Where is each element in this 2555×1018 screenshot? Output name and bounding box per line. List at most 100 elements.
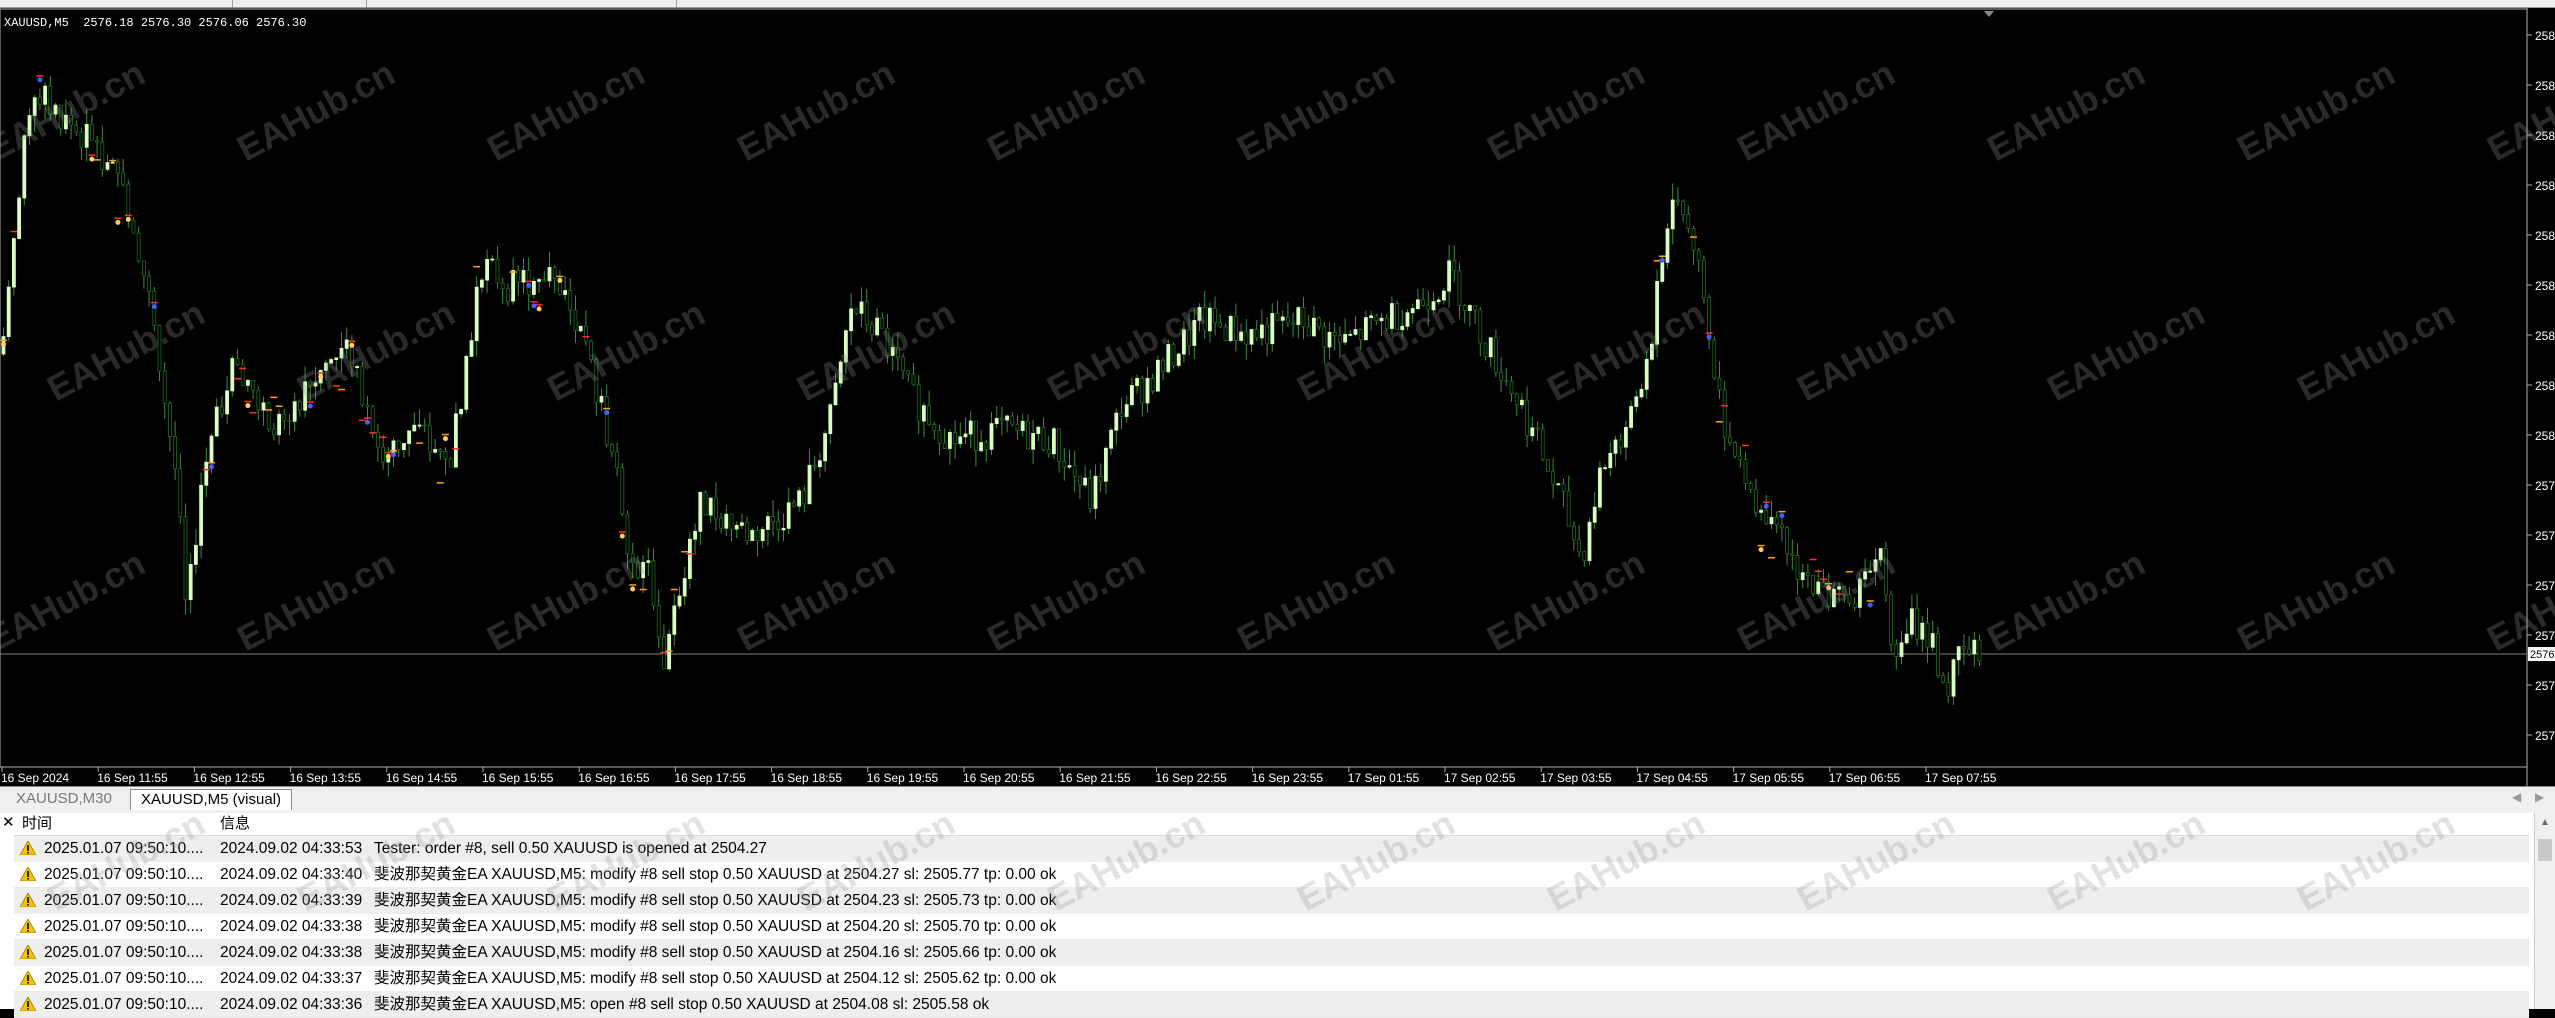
candle-body <box>1208 307 1212 332</box>
vertical-scrollbar[interactable]: ▲ <box>2534 813 2555 1009</box>
candle-body <box>1067 465 1072 468</box>
candle-body <box>953 432 957 444</box>
candle-body <box>1863 571 1867 580</box>
candle-body <box>932 424 937 432</box>
toolbar-separator <box>676 0 677 7</box>
journal-row[interactable]: 2025.01.07 09:50:10.... 2024.09.02 04:33:… <box>14 940 2529 966</box>
candle-body <box>126 183 131 221</box>
candle-body <box>1551 470 1555 485</box>
column-header-time[interactable]: 时间 <box>22 813 52 835</box>
candle-body <box>1613 439 1618 454</box>
candle-body <box>453 413 458 468</box>
candle-body <box>755 530 760 541</box>
candle-body <box>1525 399 1529 437</box>
journal-time: 2025.01.07 09:50:10.... <box>44 918 204 935</box>
candle-body <box>1899 642 1904 657</box>
candle-body <box>1925 622 1930 648</box>
candle-body <box>1655 281 1659 345</box>
candle-body <box>1062 460 1067 468</box>
candle-body <box>599 395 604 403</box>
candle-body <box>1728 436 1732 444</box>
journal-message: 斐波那契黄金EA XAUUSD,M5: modify #8 sell stop … <box>374 866 1057 883</box>
candle-body <box>1639 388 1644 398</box>
candle-body <box>1213 307 1217 324</box>
candle-body <box>1956 646 1961 661</box>
candle-body <box>1234 315 1238 341</box>
candle-body <box>90 123 94 141</box>
candle-body <box>433 449 438 453</box>
candle-body <box>1254 329 1259 339</box>
trade-dot <box>1 341 6 347</box>
candle-body <box>1005 415 1009 421</box>
journal-row[interactable]: 2025.01.07 09:50:10.... 2024.09.02 04:33:… <box>14 914 2529 940</box>
candle-body <box>1010 415 1015 425</box>
candle-body <box>532 280 536 295</box>
journal-row[interactable]: 2025.01.07 09:50:10.... 2024.09.02 04:33:… <box>14 992 2529 1018</box>
price-tick-label: 2584.05 <box>2535 279 2555 293</box>
trade-dot <box>365 419 370 425</box>
candle-body <box>1717 377 1722 391</box>
candle-body <box>1540 428 1545 460</box>
candle-body <box>1868 570 1873 573</box>
price-tick-label: 2575.65 <box>2535 679 2555 693</box>
candle-body <box>1218 322 1223 328</box>
price-chart[interactable]: 2589.30 2588.25 2587.20 2586.15 2585.10 2584.… <box>0 8 2555 793</box>
candle-body <box>95 139 99 143</box>
candle-body <box>1270 313 1275 345</box>
journal-row[interactable]: 2025.01.07 09:50:10.... 2024.09.02 04:33:… <box>14 862 2529 888</box>
candle-body <box>375 431 380 448</box>
column-header-info[interactable]: 信息 <box>220 813 250 835</box>
scroll-up-icon[interactable]: ▲ <box>2540 817 2550 828</box>
trade-dot <box>1763 503 1769 509</box>
candle-body <box>1015 423 1020 431</box>
chart-shift-icon[interactable] <box>1984 11 1994 17</box>
tab-scroll-left-icon[interactable]: ◀ <box>2512 790 2521 804</box>
candle-body <box>1561 483 1566 492</box>
candle-body <box>1514 393 1519 406</box>
candle-body <box>344 339 349 349</box>
candle-body <box>1587 521 1592 562</box>
candle-body <box>1182 329 1186 355</box>
candle-body <box>1967 648 1971 655</box>
candle-body <box>714 497 718 519</box>
journal-message: 斐波那契黄金EA XAUUSD,M5: modify #8 sell stop … <box>374 892 1057 909</box>
candle-body <box>313 382 318 387</box>
candle-body <box>880 317 885 329</box>
candle-body <box>1171 344 1176 366</box>
candle-body <box>542 279 547 282</box>
candle-body <box>1353 329 1358 335</box>
trade-dot <box>536 306 542 312</box>
price-tick-label: 2577.75 <box>2535 579 2555 593</box>
journal-row[interactable]: 2025.01.07 09:50:10.... 2024.09.02 04:33:… <box>14 888 2529 914</box>
candle-body <box>1634 396 1639 407</box>
warning-icon <box>20 919 36 933</box>
candle-body <box>760 529 765 541</box>
candle-body <box>173 436 178 469</box>
time-tick-label: 16 Sep 15:55 <box>482 771 554 785</box>
journal-row[interactable]: 2025.01.07 09:50:10.... 2024.09.02 04:33:… <box>14 966 2529 992</box>
candle-body <box>1000 418 1004 421</box>
candle-body <box>1072 465 1077 477</box>
close-icon[interactable]: ✕ <box>2 813 15 831</box>
candle-body <box>786 502 791 529</box>
tab-xauusd-m5-visual[interactable]: XAUUSD,M5 (visual) <box>130 789 293 810</box>
candle-body <box>797 490 801 507</box>
candle-body <box>1145 378 1150 404</box>
candle-body <box>1468 305 1472 311</box>
candle-body <box>1624 427 1628 448</box>
candle-body <box>1920 622 1925 640</box>
tab-scroll-right-icon[interactable]: ▶ <box>2535 790 2544 804</box>
candle-body <box>948 432 952 449</box>
time-tick-label: 16 Sep 21:55 <box>1059 771 1131 785</box>
candle-body <box>303 381 308 411</box>
candle-body <box>1369 315 1373 318</box>
tab-xauusd-m30[interactable]: XAUUSD,M30 <box>6 789 122 809</box>
toolbar-separator <box>232 0 233 7</box>
price-tick-label: 2588.25 <box>2535 79 2555 93</box>
journal-row[interactable]: 2025.01.07 09:50:10.... 2024.09.02 04:33:… <box>14 836 2529 862</box>
candle-body <box>1738 455 1743 460</box>
candle-body <box>79 131 84 148</box>
candle-body <box>1140 378 1145 404</box>
scrollbar-thumb[interactable] <box>2538 839 2552 861</box>
chart-canvas[interactable]: 2589.30 2588.25 2587.20 2586.15 2585.10 2584.… <box>0 8 2555 793</box>
